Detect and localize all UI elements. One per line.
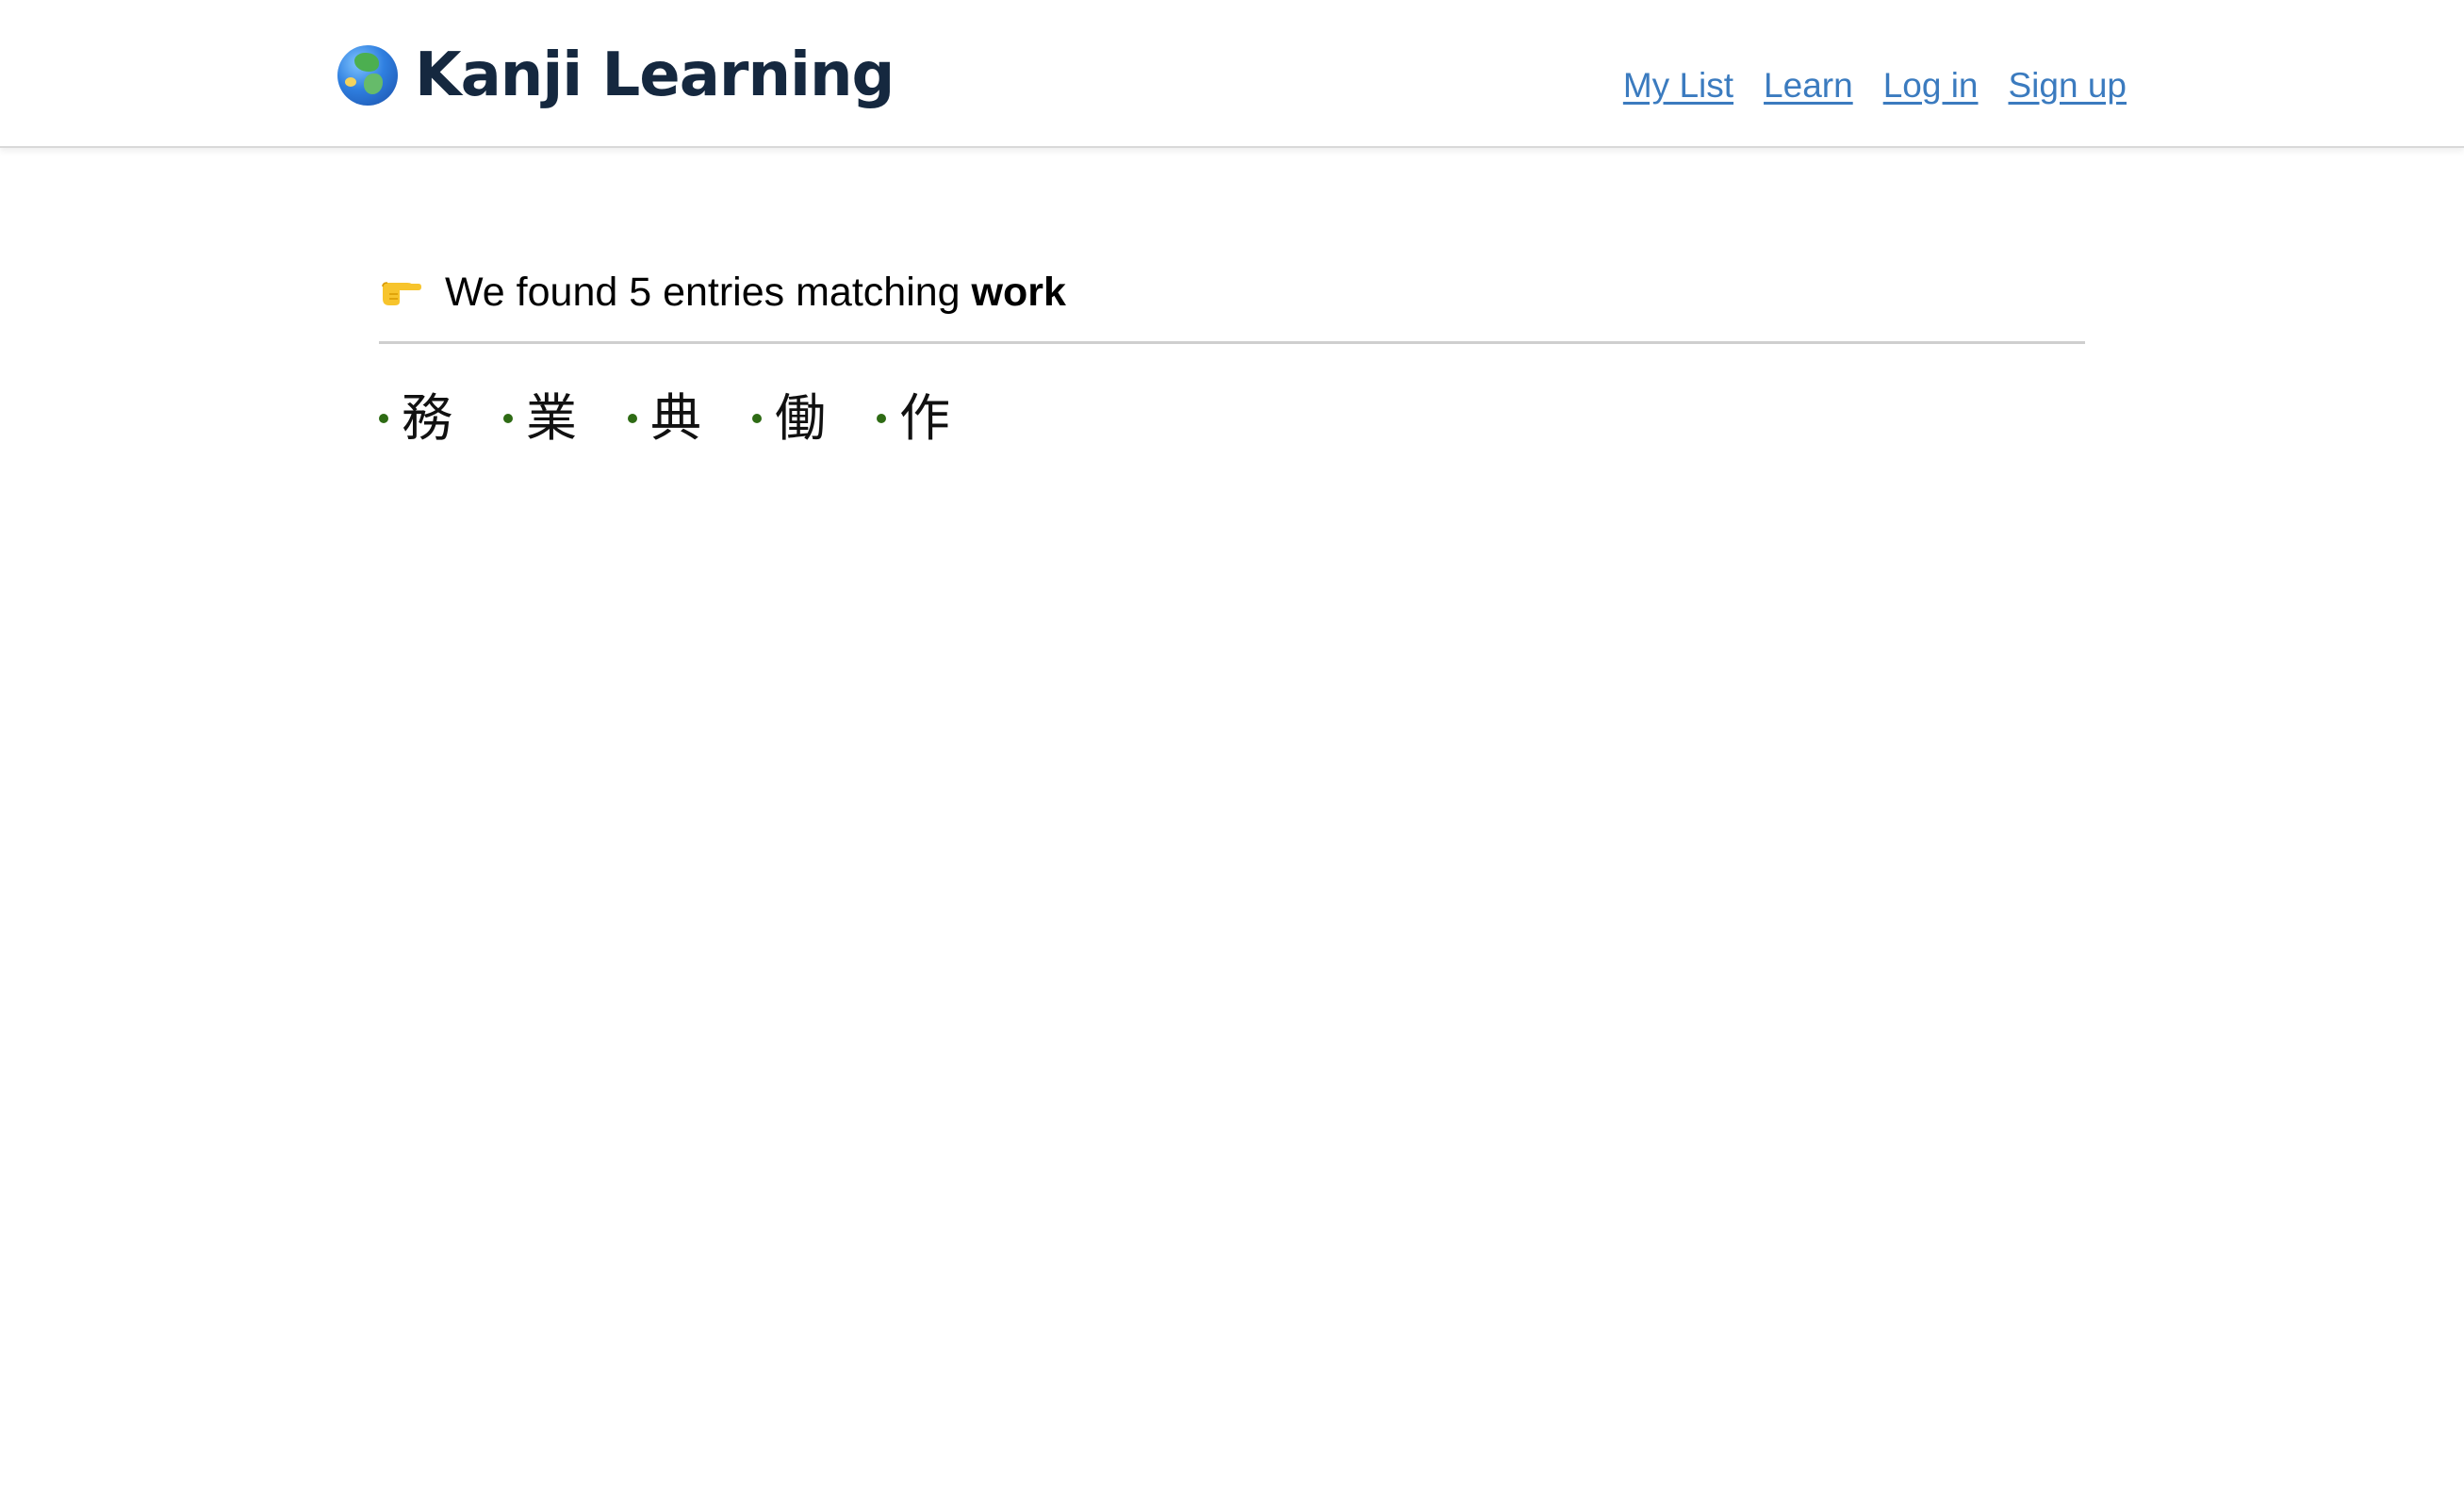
- pointing-right-icon: [382, 282, 421, 305]
- kanji-result-item[interactable]: 作: [877, 376, 950, 451]
- brand-title: Kanji Learning: [415, 41, 895, 110]
- kanji-result-item[interactable]: 業: [503, 376, 577, 451]
- main-nav: My List Learn Log in Sign up: [1623, 66, 2127, 106]
- search-results: We found 5 entries matching work 務 業 典 働…: [379, 254, 2085, 451]
- kanji-result-item[interactable]: 働: [752, 376, 826, 451]
- kanji-character: 務: [402, 388, 452, 448]
- kanji-character: 典: [650, 388, 701, 448]
- results-summary-prefix: We found 5 entries matching: [445, 269, 961, 315]
- kanji-character: 作: [899, 388, 950, 448]
- globe-asia-icon: [337, 45, 398, 106]
- nav-link-learn[interactable]: Learn: [1764, 66, 1853, 106]
- kanji-result-item[interactable]: 典: [628, 376, 701, 451]
- kanji-result-item[interactable]: 務: [379, 376, 452, 451]
- kanji-character: 働: [775, 388, 826, 448]
- results-summary: We found 5 entries matching work: [445, 270, 1066, 316]
- kanji-character: 業: [526, 388, 577, 448]
- nav-link-my-list[interactable]: My List: [1623, 66, 1733, 106]
- results-heading: We found 5 entries matching work: [379, 254, 2085, 344]
- brand-home-link[interactable]: Kanji Learning: [337, 38, 895, 113]
- bullet-icon: [752, 413, 762, 423]
- nav-link-log-in[interactable]: Log in: [1883, 66, 1979, 106]
- search-query: work: [971, 269, 1066, 315]
- nav-link-sign-up[interactable]: Sign up: [2009, 66, 2127, 106]
- kanji-result-list: 務 業 典 働 作: [379, 376, 2085, 451]
- bullet-icon: [877, 413, 886, 423]
- bullet-icon: [628, 413, 637, 423]
- site-header: Kanji Learning My List Learn Log in Sign…: [0, 0, 2464, 148]
- bullet-icon: [503, 413, 513, 423]
- bullet-icon: [379, 413, 388, 423]
